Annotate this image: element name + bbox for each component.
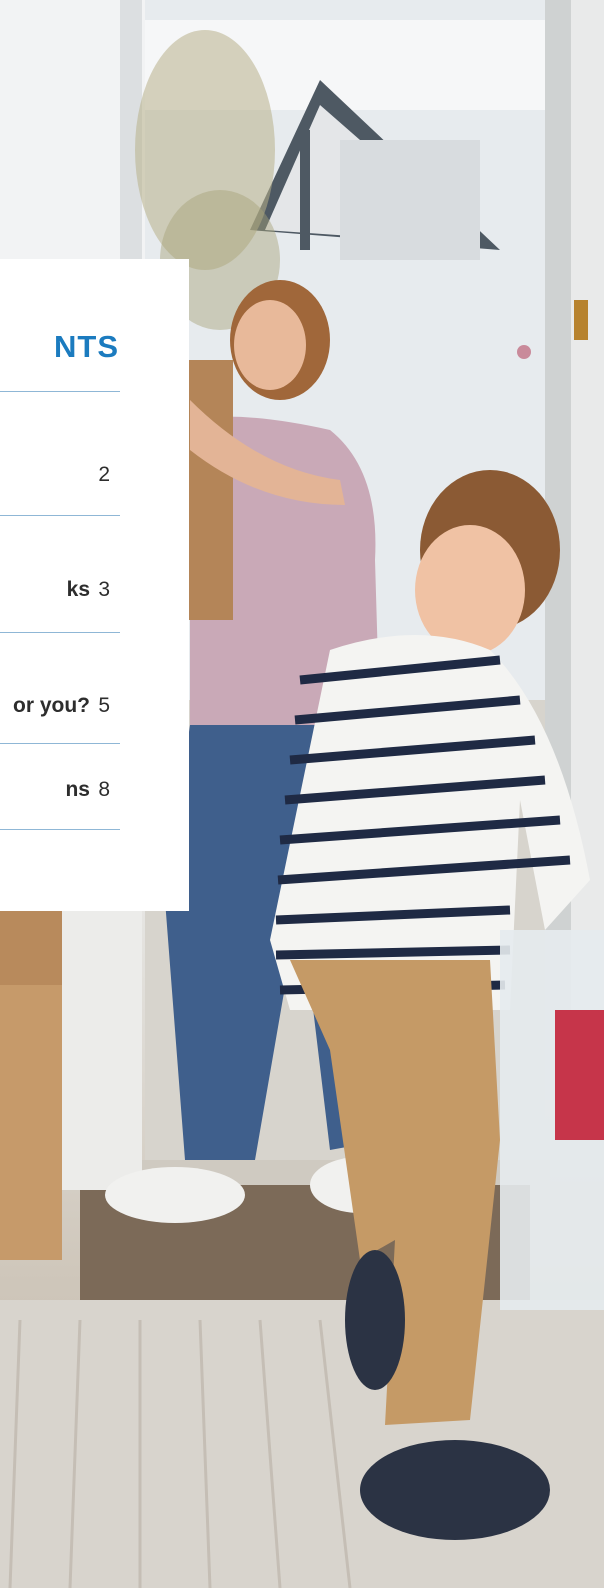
toc-entry-page: 8 — [98, 778, 110, 801]
toc-entry-page: 2 — [98, 463, 110, 486]
divider — [0, 515, 120, 516]
divider — [0, 743, 120, 744]
toc-entry-4[interactable]: ns 8 — [0, 770, 120, 810]
toc-entry-label: or you? — [13, 694, 90, 717]
table-of-contents-card: NTS 2 ks 3 or you? 5 ns 8 — [0, 259, 189, 911]
divider — [0, 632, 120, 633]
divider — [0, 829, 120, 830]
toc-entry-1[interactable]: 2 — [0, 455, 120, 495]
divider — [0, 391, 120, 392]
toc-entry-page: 5 — [98, 694, 110, 717]
toc-entry-label: ks — [66, 578, 90, 601]
toc-entry-page: 3 — [98, 578, 110, 601]
toc-entry-3[interactable]: or you? 5 — [0, 686, 120, 726]
toc-entry-2[interactable]: ks 3 — [0, 570, 120, 610]
toc-title: NTS — [54, 329, 119, 364]
toc-entry-label: ns — [65, 778, 90, 801]
